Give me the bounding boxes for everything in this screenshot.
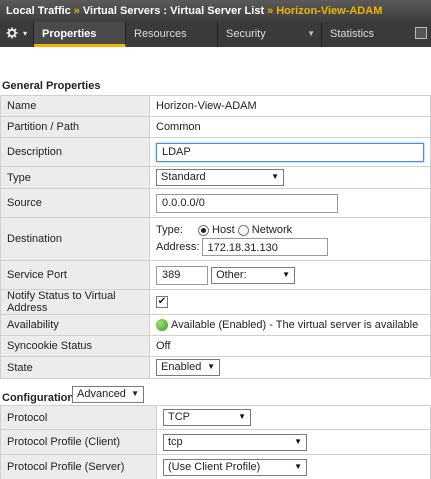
tab-properties[interactable]: Properties (34, 22, 126, 47)
table-row: Source 0.0.0.0/0 (0, 188, 431, 218)
tab-properties-label: Properties (42, 28, 97, 40)
status-available-icon (156, 319, 168, 332)
external-window-icon[interactable] (415, 27, 427, 39)
service-port-label: Service Port (0, 260, 150, 290)
destination-network-label: Network (251, 224, 293, 236)
breadcrumb-current: Horizon-View-ADAM (276, 5, 383, 17)
profile-server-select[interactable]: (Use Client Profile) ▼ (163, 458, 307, 476)
tab-statistics[interactable]: Statistics (322, 22, 431, 47)
description-label: Description (0, 137, 150, 167)
table-row: Type Standard ▼ (0, 166, 431, 189)
table-row: Notify Status to Virtual Address ✔ (0, 289, 431, 315)
table-row: Partition / Path Common (0, 116, 431, 138)
type-select-value: Standard (161, 171, 206, 183)
chevron-down-icon: ▼ (131, 389, 139, 398)
protocol-select-value: TCP (168, 411, 190, 423)
configuration-mode-select[interactable]: Advanced ▼ (72, 386, 144, 403)
name-value: Horizon-View-ADAM (149, 95, 431, 117)
profile-server-select-value: (Use Client Profile) (168, 460, 261, 473)
type-select[interactable]: Standard ▼ (156, 169, 284, 186)
state-select[interactable]: Enabled ▼ (156, 359, 220, 376)
chevron-down-icon: ▼ (271, 172, 279, 181)
chevron-down-icon: ▼ (282, 269, 291, 279)
availability-label: Availability (0, 314, 150, 336)
tab-bar: ▾ Properties Resources Security ▼ Statis… (0, 22, 431, 47)
general-properties-table: Name Horizon-View-ADAM Partition / Path … (0, 95, 431, 379)
table-row: Description LDAP (0, 137, 431, 167)
breadcrumb-separator: » (267, 5, 274, 17)
destination-address-input[interactable]: 172.18.31.130 (202, 238, 329, 256)
breadcrumb-separator: » (73, 5, 80, 17)
notify-checkbox[interactable]: ✔ (156, 296, 168, 309)
source-input[interactable]: 0.0.0.0/0 (156, 193, 338, 213)
destination-address-label: Address: (156, 240, 200, 253)
table-row: Protocol TCP ▼ (0, 405, 431, 430)
table-row: Service Port 389 Other: ▼ (0, 260, 431, 290)
profile-client-select-value: tcp (168, 435, 183, 448)
service-port-select[interactable]: Other: ▼ (211, 266, 296, 284)
configuration-table: Protocol TCP ▼ Protocol Profile (Client) … (0, 405, 431, 479)
tab-resources[interactable]: Resources (126, 22, 218, 47)
notify-label: Notify Status to Virtual Address (0, 289, 150, 315)
tab-security[interactable]: Security ▼ (218, 22, 322, 47)
type-label: Type (0, 166, 150, 189)
gear-menu-button[interactable]: ▾ (0, 22, 34, 47)
breadcrumb-local-traffic[interactable]: Local Traffic (6, 5, 71, 17)
profile-client-label: Protocol Profile (Client) (0, 429, 157, 455)
syncookie-value: Off (149, 335, 431, 357)
chevron-down-icon: ▼ (238, 412, 246, 421)
destination-type-label: Type: (156, 224, 183, 236)
service-port-input[interactable]: 389 (156, 265, 208, 285)
state-select-value: Enabled (161, 361, 202, 373)
chevron-down-icon: ▼ (294, 436, 302, 446)
service-port-select-value: Other: (216, 268, 247, 281)
chevron-down-icon: ▼ (307, 29, 315, 38)
tab-security-label: Security (226, 28, 266, 40)
gear-icon (6, 27, 18, 39)
profile-server-label: Protocol Profile (Server) (0, 454, 157, 479)
destination-host-label: Host (212, 224, 235, 236)
description-input[interactable]: LDAP (156, 142, 424, 162)
configuration-mode-value: Advanced (77, 388, 126, 400)
table-row: State Enabled ▼ (0, 356, 431, 379)
protocol-label: Protocol (0, 405, 157, 430)
table-row: Protocol Profile (Server) (Use Client Pr… (0, 454, 431, 479)
protocol-select[interactable]: TCP ▼ (163, 409, 251, 426)
source-label: Source (0, 188, 150, 218)
availability-value: Available (Enabled) - The virtual server… (171, 318, 419, 331)
breadcrumb-virtual-server-list[interactable]: Virtual Servers : Virtual Server List (83, 5, 264, 17)
table-row: Protocol Profile (Client) tcp ▼ (0, 429, 431, 455)
table-row: Name Horizon-View-ADAM (0, 95, 431, 117)
syncookie-label: Syncookie Status (0, 335, 150, 357)
chevron-down-icon: ▾ (23, 29, 28, 38)
profile-client-select[interactable]: tcp ▼ (163, 433, 307, 451)
destination-host-radio[interactable] (197, 224, 209, 236)
chevron-down-icon: ▼ (294, 461, 302, 471)
configuration-title: Configuration: (2, 392, 78, 404)
breadcrumb: Local Traffic» Virtual Servers : Virtual … (0, 0, 431, 22)
destination-address-row: Address: 172.18.31.130 (156, 238, 424, 256)
partition-value: Common (149, 116, 431, 138)
tab-statistics-label: Statistics (330, 28, 375, 40)
table-row: Availability Available (Enabled) - The v… (0, 314, 431, 336)
table-row: Destination Type: Host Network Address: … (0, 217, 431, 261)
destination-label: Destination (0, 217, 150, 261)
general-properties-title: General Properties (2, 80, 101, 92)
chevron-down-icon: ▼ (207, 362, 215, 371)
destination-network-radio[interactable] (237, 224, 249, 236)
destination-type-row: Type: Host Network (156, 222, 424, 238)
tab-resources-label: Resources (134, 28, 187, 40)
partition-label: Partition / Path (0, 116, 150, 138)
table-row: Syncookie Status Off (0, 335, 431, 357)
name-label: Name (0, 95, 150, 117)
state-label: State (0, 356, 150, 379)
